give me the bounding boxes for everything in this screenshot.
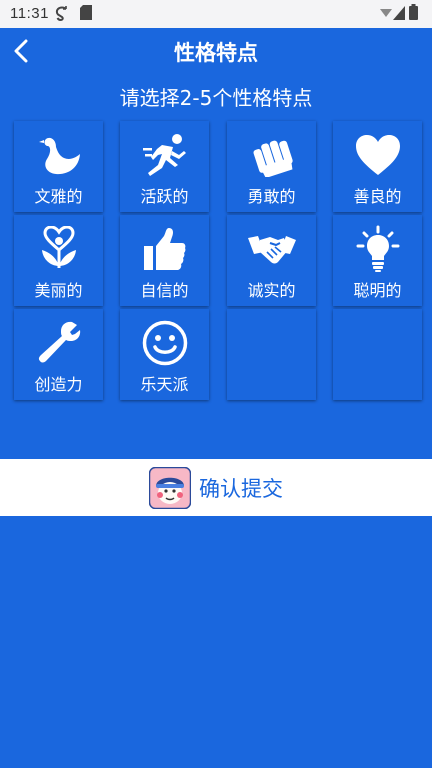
trait-label: 善良的 (353, 187, 402, 206)
runner-icon (120, 129, 209, 181)
swan-icon (14, 129, 103, 181)
page-title: 性格特点 (174, 41, 258, 65)
fist-icon (227, 129, 316, 181)
trait-option-beautiful[interactable]: 美丽的 (14, 215, 103, 306)
status-time: 11:31 (10, 5, 49, 22)
trait-option-optimistic[interactable]: 乐天派 (120, 309, 209, 400)
wrench-icon (14, 317, 103, 369)
trait-label: 美丽的 (34, 281, 83, 300)
status-bar: 11:31 (0, 0, 432, 28)
heart-icon (333, 129, 422, 181)
instruction-text: 请选择2-5个性格特点 (119, 86, 313, 110)
trait-option-confident[interactable]: 自信的 (120, 215, 209, 306)
wifi-icon (380, 4, 392, 24)
empty-slot (333, 309, 422, 400)
thumbs-up-icon (120, 223, 209, 275)
lightbulb-icon (333, 223, 422, 275)
trait-label: 乐天派 (140, 375, 189, 394)
sd-card-icon (80, 5, 92, 24)
trait-label: 创造力 (34, 375, 83, 394)
handshake-icon (227, 223, 316, 275)
trait-label: 勇敢的 (247, 187, 296, 206)
trait-label: 诚实的 (247, 281, 296, 300)
confirm-submit-button[interactable]: 确认提交 (0, 459, 432, 516)
trait-option-kind[interactable]: 善良的 (333, 121, 422, 212)
trait-option-creative[interactable]: 创造力 (14, 309, 103, 400)
smiley-icon (120, 317, 209, 369)
sync-icon (55, 5, 69, 25)
trait-label: 自信的 (140, 281, 189, 300)
trait-option-active[interactable]: 活跃的 (120, 121, 209, 212)
trait-label: 文雅的 (34, 187, 83, 206)
confirm-label: 确认提交 (199, 476, 283, 501)
trait-option-graceful[interactable]: 文雅的 (14, 121, 103, 212)
trait-label: 聪明的 (353, 281, 402, 300)
trait-option-honest[interactable]: 诚实的 (227, 215, 316, 306)
trait-option-brave[interactable]: 勇敢的 (227, 121, 316, 212)
signal-icon (393, 4, 405, 24)
battery-icon (409, 4, 418, 24)
trait-label: 活跃的 (140, 187, 189, 206)
app-bar: 性格特点 (0, 28, 432, 74)
mascot-avatar-icon (149, 466, 191, 509)
flower-heart-icon (14, 223, 103, 275)
empty-slot (227, 309, 316, 400)
trait-option-smart[interactable]: 聪明的 (333, 215, 422, 306)
